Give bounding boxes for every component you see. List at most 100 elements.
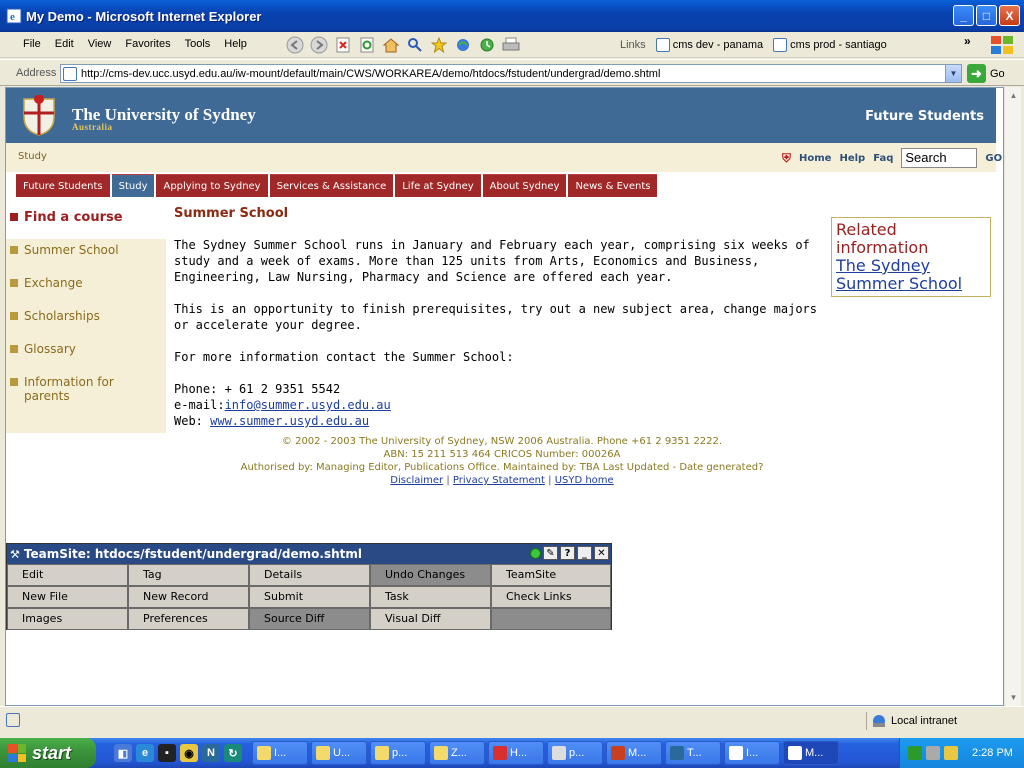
- task-item[interactable]: H...: [488, 741, 544, 765]
- vertical-scrollbar[interactable]: ▲ ▼: [1004, 87, 1021, 706]
- nav-glossary[interactable]: Glossary: [10, 342, 160, 356]
- tray-volume-icon[interactable]: [926, 746, 940, 760]
- tab-services[interactable]: Services & Assistance: [269, 174, 394, 197]
- teamsite-tool-icon[interactable]: ✎: [543, 546, 558, 560]
- nav-find-a-course[interactable]: Find a course: [6, 206, 166, 239]
- task-item[interactable]: U...: [311, 741, 367, 765]
- link-cms-prod[interactable]: cms prod - santiago: [773, 38, 887, 52]
- address-input[interactable]: http://cms-dev.ucc.usyd.edu.au/iw-mount/…: [60, 64, 962, 83]
- nav-scholarships[interactable]: Scholarships: [10, 309, 160, 323]
- quicklaunch-desktop-icon[interactable]: ◧: [114, 744, 132, 762]
- start-button[interactable]: start: [0, 738, 96, 768]
- minimize-button[interactable]: _: [953, 5, 974, 26]
- menu-favorites[interactable]: Favorites: [118, 38, 177, 50]
- menu-edit[interactable]: Edit: [48, 38, 81, 50]
- teamsite-title-bar[interactable]: ⚒ TeamSite: htdocs/fstudent/undergrad/de…: [7, 544, 611, 564]
- ts-images-button[interactable]: Images: [7, 608, 128, 630]
- close-button[interactable]: X: [999, 5, 1020, 26]
- search-icon[interactable]: [405, 36, 425, 54]
- go-button[interactable]: ➜ Go: [967, 64, 1005, 83]
- web-link[interactable]: www.summer.usyd.edu.au: [210, 414, 369, 428]
- footer-disclaimer-link[interactable]: Disclaimer: [390, 475, 443, 486]
- back-icon[interactable]: [285, 36, 305, 54]
- ts-visual-diff-button[interactable]: Visual Diff: [370, 608, 491, 630]
- ts-submit-button[interactable]: Submit: [249, 586, 370, 608]
- task-item[interactable]: Z...: [429, 741, 485, 765]
- task-item[interactable]: I...: [252, 741, 308, 765]
- task-item[interactable]: M...: [606, 741, 662, 765]
- quicklaunch-sync-icon[interactable]: ↻: [224, 744, 242, 762]
- ts-new-file-button[interactable]: New File: [7, 586, 128, 608]
- link-cms-dev[interactable]: cms dev - panama: [655, 38, 763, 52]
- task-item-active[interactable]: M...: [783, 741, 839, 765]
- util-help-link[interactable]: Help: [839, 153, 865, 164]
- print-icon[interactable]: [501, 36, 521, 54]
- bullet-icon: [10, 378, 18, 386]
- ts-task-button[interactable]: Task: [370, 586, 491, 608]
- menu-view[interactable]: View: [81, 38, 119, 50]
- ts-preferences-button[interactable]: Preferences: [128, 608, 249, 630]
- page-icon: [773, 38, 788, 52]
- util-faq-link[interactable]: Faq: [873, 153, 893, 164]
- media-icon[interactable]: [453, 36, 473, 54]
- tray-network-icon[interactable]: [908, 746, 922, 760]
- menu-tools[interactable]: Tools: [178, 38, 218, 50]
- ts-check-links-button[interactable]: Check Links: [491, 586, 611, 608]
- stop-icon[interactable]: [333, 36, 353, 54]
- site-search-input[interactable]: Search: [901, 148, 978, 168]
- home-icon[interactable]: [381, 36, 401, 54]
- ts-teamsite-button[interactable]: TeamSite: [491, 564, 611, 586]
- teamsite-help-icon[interactable]: ?: [560, 546, 575, 560]
- ts-edit-button[interactable]: Edit: [7, 564, 128, 586]
- title-bar[interactable]: e My Demo - Microsoft Internet Explorer …: [0, 0, 1024, 32]
- tab-applying[interactable]: Applying to Sydney: [156, 174, 268, 197]
- quicklaunch-cmd-icon[interactable]: ▪: [158, 744, 176, 762]
- site-search-go-button[interactable]: GO: [985, 153, 1002, 164]
- nav-summer-school[interactable]: Summer School: [10, 243, 160, 257]
- task-item[interactable]: T...: [665, 741, 721, 765]
- address-dropdown-icon[interactable]: ▼: [945, 65, 961, 82]
- tab-about[interactable]: About Sydney: [482, 174, 567, 197]
- related-link[interactable]: The Sydney Summer School: [836, 256, 962, 293]
- footer-authorised: Authorised by: Managing Editor, Publicat…: [240, 462, 764, 473]
- task-item[interactable]: p...: [370, 741, 426, 765]
- scroll-up-icon[interactable]: ▲: [1006, 88, 1021, 103]
- tab-news[interactable]: News & Events: [568, 174, 658, 197]
- menu-file[interactable]: File: [16, 38, 48, 50]
- quicklaunch-netscape-icon[interactable]: N: [202, 744, 220, 762]
- tab-life[interactable]: Life at Sydney: [395, 174, 481, 197]
- task-item[interactable]: p...: [547, 741, 603, 765]
- maximize-button[interactable]: □: [976, 5, 997, 26]
- footer-usyd-home-link[interactable]: USYD home: [555, 475, 614, 486]
- history-icon[interactable]: [477, 36, 497, 54]
- teamsite-close-icon[interactable]: ✕: [594, 546, 609, 560]
- nav-info-parents[interactable]: Information for parents: [10, 375, 160, 403]
- tray-app-icon[interactable]: [944, 746, 958, 760]
- task-item[interactable]: I...: [724, 741, 780, 765]
- util-home-link[interactable]: Home: [799, 153, 831, 164]
- email-link[interactable]: info@summer.usyd.edu.au: [225, 398, 391, 412]
- ts-undo-changes-button[interactable]: Undo Changes: [370, 564, 491, 586]
- teamsite-minimize-icon[interactable]: _: [577, 546, 592, 560]
- ts-new-record-button[interactable]: New Record: [128, 586, 249, 608]
- nav-exchange[interactable]: Exchange: [10, 276, 160, 290]
- clock[interactable]: 2:28 PM: [972, 747, 1013, 759]
- ts-source-diff-button[interactable]: Source Diff: [249, 608, 370, 630]
- forward-icon[interactable]: [309, 36, 329, 54]
- toolbar-overflow-icon[interactable]: »: [964, 34, 971, 48]
- breadcrumb[interactable]: Study: [18, 151, 47, 162]
- browser-window: e My Demo - Microsoft Internet Explorer …: [0, 0, 1024, 738]
- task-list: I... U... p... Z... H... p... M... T... …: [252, 741, 839, 765]
- tab-future-students[interactable]: Future Students: [16, 174, 110, 197]
- footer-privacy-link[interactable]: Privacy Statement: [453, 475, 545, 486]
- quicklaunch-app-icon[interactable]: ◉: [180, 744, 198, 762]
- tab-study[interactable]: Study: [111, 174, 155, 197]
- quicklaunch-ie-icon[interactable]: e: [136, 744, 154, 762]
- menu-help[interactable]: Help: [217, 38, 254, 50]
- contact-phone: Phone: + 61 2 9351 5542: [174, 382, 341, 396]
- ts-tag-button[interactable]: Tag: [128, 564, 249, 586]
- refresh-icon[interactable]: [357, 36, 377, 54]
- ts-details-button[interactable]: Details: [249, 564, 370, 586]
- scroll-down-icon[interactable]: ▼: [1006, 690, 1021, 705]
- favorites-icon[interactable]: [429, 36, 449, 54]
